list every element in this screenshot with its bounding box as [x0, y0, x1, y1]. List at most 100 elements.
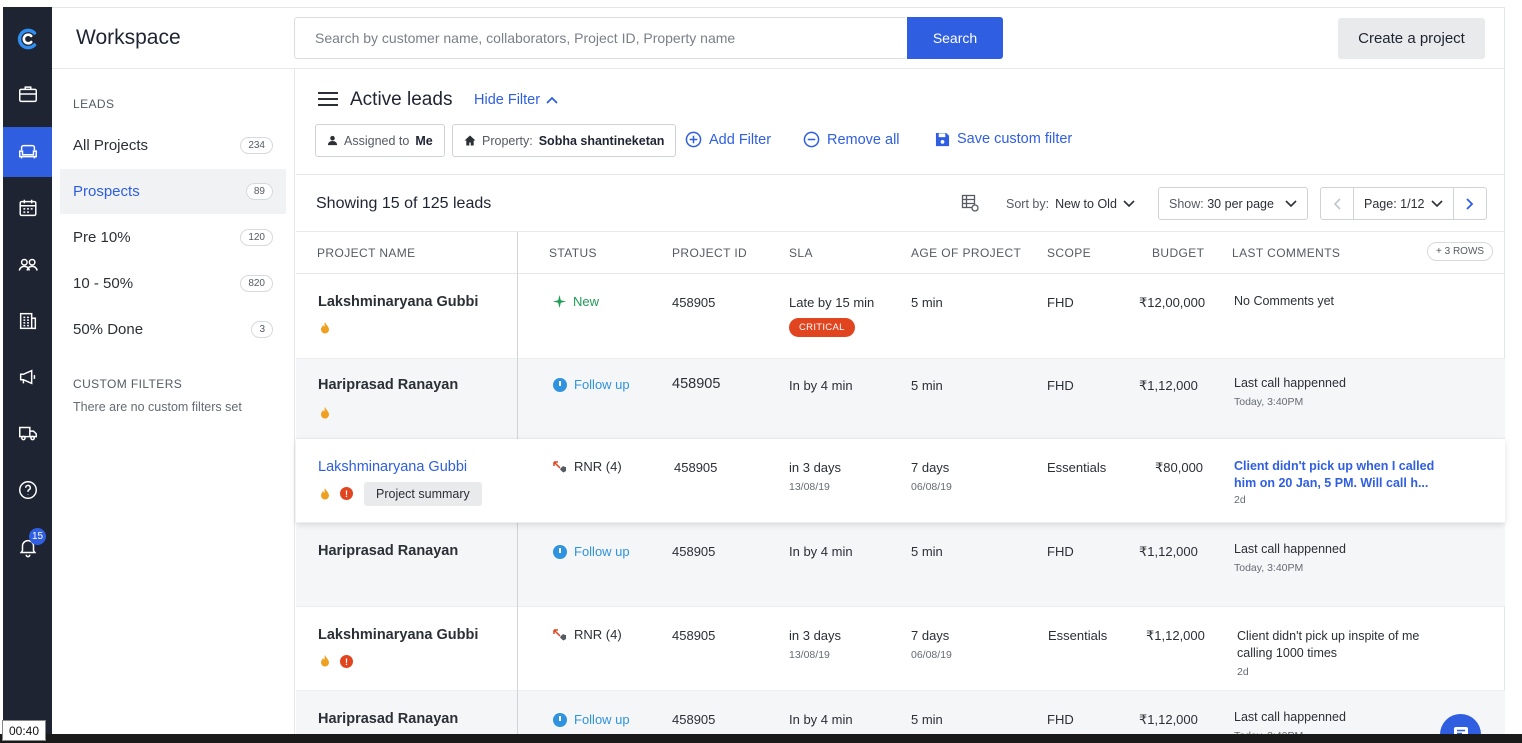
- column-header[interactable]: PROJECT NAME: [317, 246, 416, 260]
- count-badge: 89: [245, 183, 273, 200]
- next-page-button[interactable]: [1454, 188, 1486, 219]
- project-id: 458905: [674, 460, 718, 475]
- status-text: RNR (4): [574, 459, 622, 474]
- people-icon[interactable]: [3, 245, 52, 285]
- page-select[interactable]: Page: 1/12: [1353, 188, 1454, 219]
- save-custom-filter-button[interactable]: Save custom filter: [935, 131, 1072, 147]
- project-name[interactable]: Hariprasad Ranayan: [318, 377, 458, 393]
- count-badge: 3: [251, 321, 273, 338]
- sla-date: 13/08/19: [789, 481, 830, 493]
- flame-icon: [321, 322, 329, 334]
- sort-dropdown[interactable]: Sort by: New to Old: [1006, 197, 1135, 211]
- sidebar-item-label: Prospects: [73, 183, 140, 200]
- building-icon[interactable]: [3, 301, 52, 341]
- column-header[interactable]: PROJECT ID: [672, 246, 747, 260]
- project-id: 458905: [672, 295, 716, 310]
- comment-time: 2d: [1237, 666, 1249, 678]
- sort-key: Sort by:: [1006, 197, 1050, 211]
- column-header[interactable]: SLA: [789, 246, 813, 260]
- video-progress-bar[interactable]: [0, 734, 1522, 743]
- table-row[interactable]: Lakshminaryana Gubbi ! RNR (4) 458905 in…: [296, 607, 1505, 691]
- status-label: RNR (4): [553, 459, 622, 474]
- sidebar-item-10-50[interactable]: 10 - 50% 820: [60, 261, 286, 306]
- age-cell: 7 days 06/08/19: [911, 628, 952, 661]
- project-summary-button[interactable]: Project summary: [364, 482, 482, 506]
- project-name[interactable]: Lakshminaryana Gubbi: [318, 627, 478, 643]
- status-text: RNR (4): [574, 627, 622, 642]
- project-id: 458905: [672, 628, 716, 643]
- age-date: 06/08/19: [911, 481, 952, 493]
- prev-page-button[interactable]: [1321, 188, 1353, 219]
- hide-filter-toggle[interactable]: Hide Filter: [474, 92, 558, 108]
- calendar-icon[interactable]: [3, 188, 52, 228]
- status-text: Follow up: [574, 712, 630, 727]
- project-name[interactable]: Hariprasad Ranayan: [318, 711, 458, 727]
- budget: ₹80,000: [1155, 460, 1204, 475]
- truck-icon[interactable]: [3, 413, 52, 453]
- column-header[interactable]: AGE OF PROJECT: [911, 246, 1021, 260]
- logo-icon[interactable]: [3, 19, 52, 59]
- chevron-down-icon: [1431, 199, 1443, 207]
- remove-all-button[interactable]: Remove all: [803, 131, 900, 148]
- chevron-down-icon: [1123, 200, 1135, 208]
- create-project-button[interactable]: Create a project: [1338, 18, 1485, 59]
- budget: ₹1,12,000: [1139, 378, 1198, 393]
- project-name[interactable]: Hariprasad Ranayan: [318, 543, 458, 559]
- chip-value: Me: [415, 133, 433, 148]
- sla-cell: in 3 days 13/08/19: [789, 460, 841, 493]
- status-label: Follow up: [553, 544, 630, 559]
- scope: FHD: [1047, 378, 1074, 393]
- status-text: New: [573, 294, 600, 309]
- table-row[interactable]: Lakshminaryana Gubbi ! Project summary R…: [296, 439, 1505, 523]
- sidebar-item-pre-10[interactable]: Pre 10% 120: [60, 215, 286, 260]
- menu-icon[interactable]: [318, 92, 338, 108]
- last-comment: Last call happenned: [1234, 710, 1346, 724]
- table-row[interactable]: Hariprasad Ranayan Follow up 458905 In b…: [296, 359, 1505, 439]
- last-comment-cell: Client didn't pick up inspite of me call…: [1237, 628, 1442, 681]
- sidebar-item-prospects[interactable]: Prospects 89: [60, 169, 286, 214]
- column-header[interactable]: SCOPE: [1047, 246, 1091, 260]
- sla-text: Late by 15 min: [789, 295, 875, 310]
- table-row[interactable]: Lakshminaryana Gubbi New 458905 Late by …: [296, 274, 1505, 359]
- budget: ₹1,12,000: [1139, 544, 1198, 559]
- count-badge: 820: [240, 275, 273, 292]
- column-settings-icon[interactable]: [961, 194, 979, 217]
- age-date: 06/08/19: [911, 649, 952, 661]
- table-row[interactable]: Hariprasad Ranayan Follow up 458905 In b…: [296, 523, 1505, 607]
- sidebar-item-50-done[interactable]: 50% Done 3: [60, 307, 286, 352]
- budget: ₹1,12,000: [1139, 712, 1198, 727]
- more-rows-badge[interactable]: + 3 ROWS: [1427, 242, 1494, 261]
- project-age: 7 days: [911, 628, 950, 643]
- status-label: Follow up: [553, 377, 630, 392]
- critical-badge: CRITICAL: [789, 318, 855, 337]
- last-comment-link[interactable]: Client didn't pick up when I called him …: [1234, 459, 1434, 490]
- property-filter-chip[interactable]: Property: Sobha shantineketan: [452, 124, 677, 157]
- last-comment: Last call happenned: [1234, 542, 1346, 556]
- icon-rail: 15: [3, 7, 52, 743]
- notification-badge: 15: [29, 528, 47, 545]
- chevron-down-icon: [1285, 199, 1297, 207]
- megaphone-icon[interactable]: [3, 357, 52, 397]
- column-header[interactable]: BUDGET: [1152, 246, 1204, 260]
- add-filter-button[interactable]: Add Filter: [685, 131, 771, 148]
- briefcase-icon[interactable]: [3, 74, 52, 114]
- assigned-filter-chip[interactable]: Assigned to Me: [315, 124, 445, 157]
- project-name[interactable]: Lakshminaryana Gubbi: [318, 294, 478, 310]
- search-button[interactable]: Search: [907, 17, 1003, 59]
- sla-date: 13/08/19: [789, 649, 830, 661]
- per-page-dropdown[interactable]: Show: 30 per page: [1158, 187, 1308, 220]
- save-filter-label: Save custom filter: [957, 131, 1073, 147]
- column-header[interactable]: LAST COMMENTS: [1232, 246, 1340, 260]
- show-key: Show:: [1169, 196, 1204, 211]
- help-icon[interactable]: [3, 470, 52, 510]
- column-header[interactable]: STATUS: [549, 246, 597, 260]
- project-name-link[interactable]: Lakshminaryana Gubbi: [318, 459, 467, 475]
- sidebar-item-label: 50% Done: [73, 321, 144, 338]
- missed-call-icon: [553, 628, 566, 640]
- sidebar-item-all-projects[interactable]: All Projects 234: [60, 123, 286, 168]
- bell-icon[interactable]: 15: [3, 527, 52, 567]
- last-comment: No Comments yet: [1234, 294, 1335, 308]
- count-badge: 234: [240, 137, 273, 154]
- sofa-icon[interactable]: [3, 127, 52, 177]
- search-input[interactable]: [295, 18, 907, 58]
